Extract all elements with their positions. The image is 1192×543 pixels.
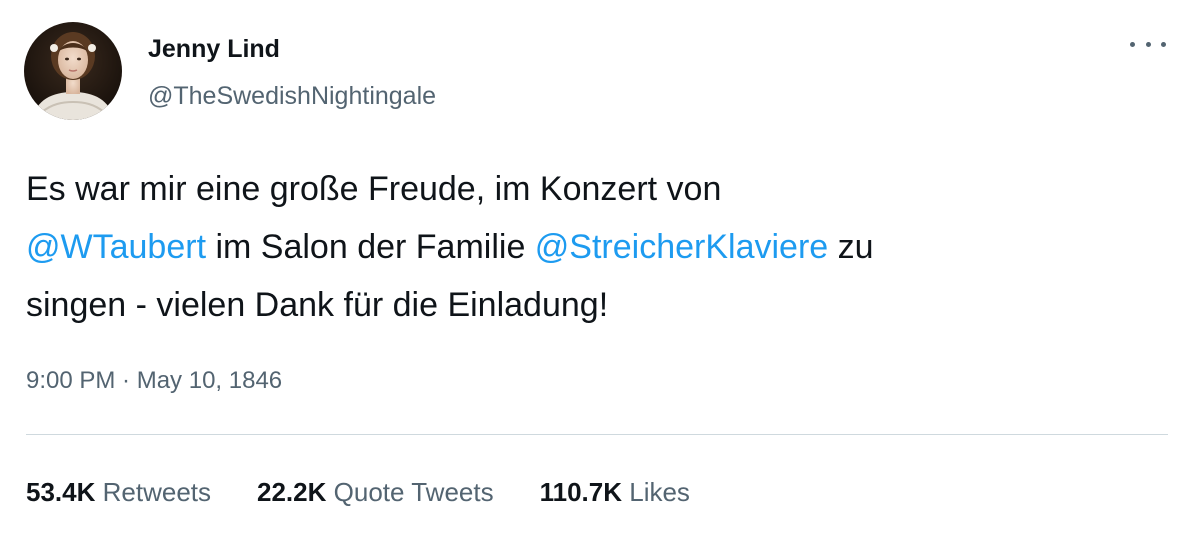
tweet-card: Jenny Lind @TheSwedishNightingale Es war… xyxy=(0,0,1192,543)
likes-label: Likes xyxy=(629,477,690,507)
tweet-timestamp[interactable]: 9:00 PM · May 10, 1846 xyxy=(26,366,282,396)
quote-tweets-count: 22.2K xyxy=(257,477,327,507)
tweet-text-segment: zu xyxy=(828,228,874,266)
tweet-line-3: singen - vielen Dank für die Einladung! xyxy=(26,286,609,324)
tweet-line-2: @WTaubert im Salon der Familie @Streiche… xyxy=(26,218,1166,276)
author-name[interactable]: Jenny Lind xyxy=(148,34,280,64)
likes-count: 110.7K xyxy=(539,477,622,507)
avatar[interactable] xyxy=(24,22,122,120)
author-handle[interactable]: @TheSwedishNightingale xyxy=(148,81,436,111)
quote-tweets-stat[interactable]: 22.2K Quote Tweets xyxy=(257,476,494,508)
quote-tweets-label: Quote Tweets xyxy=(333,477,494,507)
dot-icon xyxy=(1145,41,1151,47)
likes-stat[interactable]: 110.7K Likes xyxy=(540,476,690,508)
dot-icon xyxy=(1130,41,1135,47)
meta-separator: · xyxy=(115,367,137,394)
mention-link-wtaubert[interactable]: @WTaubert xyxy=(26,228,206,266)
more-options-icon[interactable] xyxy=(1130,30,1166,58)
engagement-stats: 53.4K Retweets 22.2K Quote Tweets 110.7K… xyxy=(26,476,736,508)
portrait-icon xyxy=(24,22,122,120)
tweet-time: 9:00 PM xyxy=(26,367,116,394)
retweets-stat[interactable]: 53.4K Retweets xyxy=(26,476,211,508)
tweet-text-segment: im Salon der Familie xyxy=(206,228,535,266)
tweet-date: May 10, 1846 xyxy=(136,367,283,394)
tweet-line-1: Es war mir eine große Freude, im Konzert… xyxy=(26,170,722,208)
retweets-label: Retweets xyxy=(102,477,212,507)
dot-icon xyxy=(1161,41,1166,47)
divider xyxy=(26,434,1168,435)
tweet-text: Es war mir eine große Freude, im Konzert… xyxy=(26,160,1166,334)
mention-link-streicherklaviere[interactable]: @StreicherKlaviere xyxy=(535,228,828,266)
retweets-count: 53.4K xyxy=(26,477,96,507)
